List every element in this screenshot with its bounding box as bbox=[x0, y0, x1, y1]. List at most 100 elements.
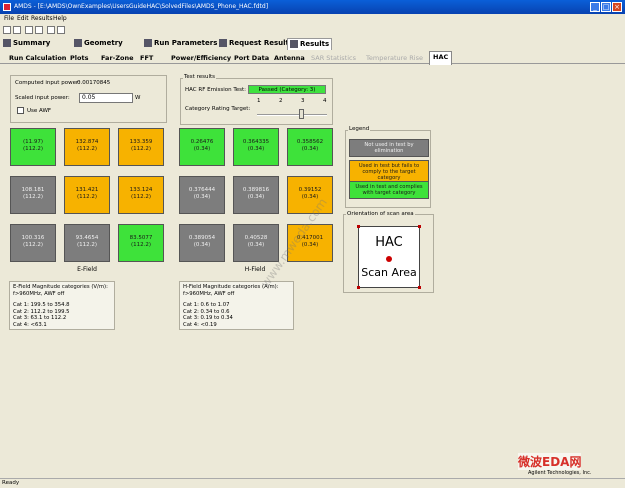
efield-cell-value: 132.874 bbox=[75, 139, 99, 145]
hfield-cell-value: 0.376444 bbox=[188, 187, 216, 193]
subtab-run-calculation[interactable]: Run Calculation bbox=[9, 53, 66, 63]
subtab-fft[interactable]: FFT bbox=[140, 53, 153, 63]
hfield-cell: 0.364335 (0.34) bbox=[233, 128, 279, 166]
scan-area-label: Scan Area bbox=[361, 266, 417, 279]
vendor-text: Agilent Technologies, Inc. bbox=[528, 470, 592, 476]
test-results-panel: Test results HAC RF Emission Test: Passe… bbox=[180, 74, 333, 125]
hfield-cell-limit: (0.34) bbox=[193, 194, 211, 200]
category-slider-thumb[interactable] bbox=[299, 109, 304, 119]
use-awf-label: Use AWF bbox=[27, 108, 52, 114]
efield-caption: E-Field bbox=[77, 266, 97, 273]
menu-help[interactable]: Help bbox=[53, 15, 67, 22]
efield-cell: 133.359 (112.2) bbox=[118, 128, 164, 166]
scan-area-diagram: HAC Scan Area bbox=[357, 225, 421, 289]
subtab-far-zone[interactable]: Far-Zone bbox=[101, 53, 134, 63]
efield-cell: 108.181 (112.2) bbox=[10, 176, 56, 214]
toolbar bbox=[0, 24, 625, 36]
hfield-cell-limit: (0.34) bbox=[247, 146, 265, 152]
efield-cat-4: Cat 4: <63.1 bbox=[13, 321, 47, 328]
hfield-cell: 0.40528 (0.34) bbox=[233, 224, 279, 262]
hfield-cat-4: Cat 4: <0.19 bbox=[183, 321, 217, 328]
status-text: Ready bbox=[2, 480, 20, 486]
scaled-power-unit: W bbox=[135, 95, 141, 101]
app-icon bbox=[3, 3, 11, 11]
hfield-cell-value: 0.364335 bbox=[242, 139, 270, 145]
scaled-power-label: Scaled input power: bbox=[15, 95, 70, 101]
efield-cell-limit: (112.2) bbox=[22, 242, 44, 248]
corner-marker bbox=[418, 225, 421, 228]
efield-cell-limit: (112.2) bbox=[130, 242, 152, 248]
menu-results[interactable]: Results bbox=[31, 15, 53, 22]
efield-cell-value: 83.5077 bbox=[129, 235, 153, 241]
hfield-cell: 0.389816 (0.34) bbox=[233, 176, 279, 214]
run-parameters-icon bbox=[144, 39, 152, 47]
efield-cell-limit: (112.2) bbox=[22, 146, 44, 152]
corner-marker bbox=[357, 225, 360, 228]
tab-results[interactable]: Results bbox=[287, 38, 333, 50]
tab-run-parameters[interactable]: Run Parameters bbox=[144, 38, 217, 49]
geometry-icon bbox=[74, 39, 82, 47]
save-as-icon[interactable] bbox=[35, 26, 43, 34]
category-target-label: Category Rating Target: bbox=[185, 106, 251, 112]
hfield-cell-limit: (0.34) bbox=[247, 242, 265, 248]
efield-cell-value: 108.181 bbox=[21, 187, 45, 193]
tab-request-results[interactable]: Request Results bbox=[219, 38, 293, 49]
hfield-cell-limit: (0.34) bbox=[193, 242, 211, 248]
corner-marker bbox=[418, 286, 421, 289]
tab-summary[interactable]: Summary bbox=[3, 38, 50, 49]
efield-cell-value: 93.4654 bbox=[75, 235, 99, 241]
tab-geometry[interactable]: Geometry bbox=[74, 38, 123, 49]
efield-cell: 133.124 (112.2) bbox=[118, 176, 164, 214]
subtab-plots[interactable]: Plots bbox=[70, 53, 88, 63]
hfield-cell-limit: (0.34) bbox=[247, 194, 265, 200]
orientation-title: Orientation of scan area bbox=[346, 211, 415, 217]
hfield-cell-value: 0.389054 bbox=[188, 235, 216, 241]
window-title: AMDS - [E:\AMDS\OwnExamples\UsersGuideHA… bbox=[14, 3, 269, 10]
menu-file[interactable]: File bbox=[4, 15, 14, 22]
save-icon[interactable] bbox=[25, 26, 33, 34]
summary-icon bbox=[3, 39, 11, 47]
menu-edit[interactable]: Edit bbox=[17, 15, 29, 22]
efield-cat-title: E-Field Magnitude categories (V/m): bbox=[13, 284, 108, 290]
efield-cell: (11.97) (112.2) bbox=[10, 128, 56, 166]
subtab-port-data[interactable]: Port Data bbox=[234, 53, 269, 63]
subtab-sar-statistics: SAR Statistics bbox=[311, 54, 356, 62]
hfield-cell-value: 0.389816 bbox=[242, 187, 270, 193]
hfield-cell: 0.389054 (0.34) bbox=[179, 224, 225, 262]
subtab-power-efficiency[interactable]: Power/Efficiency bbox=[171, 53, 231, 63]
hfield-cell-limit: (0.34) bbox=[301, 146, 319, 152]
subtab-antenna[interactable]: Antenna bbox=[274, 53, 305, 63]
legend-title: Legend bbox=[348, 126, 371, 132]
efield-cell-value: 133.124 bbox=[129, 187, 153, 193]
new-icon[interactable] bbox=[3, 26, 11, 34]
orientation-panel: Orientation of scan area HAC Scan Area bbox=[343, 211, 434, 293]
hfield-cell-limit: (0.34) bbox=[193, 146, 211, 152]
efield-cell: 132.874 (112.2) bbox=[64, 128, 110, 166]
use-awf-checkbox[interactable] bbox=[17, 107, 24, 114]
minimize-button[interactable]: _ bbox=[590, 2, 600, 12]
open-icon[interactable] bbox=[13, 26, 21, 34]
results-sub-tabs: Run Calculation Plots Far-Zone FFT Power… bbox=[0, 50, 625, 65]
hfield-cell-value: 0.26476 bbox=[190, 139, 214, 145]
efield-categories: E-Field Magnitude categories (V/m): f>96… bbox=[9, 281, 115, 330]
category-slider-track[interactable] bbox=[257, 114, 327, 116]
hfield-cell: 0.26476 (0.34) bbox=[179, 128, 225, 166]
scaled-power-input[interactable]: 0.05 bbox=[79, 93, 133, 103]
maximize-button[interactable]: □ bbox=[601, 2, 611, 12]
close-button[interactable]: × bbox=[612, 2, 622, 12]
print-icon[interactable] bbox=[47, 26, 55, 34]
legend-panel: Legend Not used in test by elimination U… bbox=[345, 126, 431, 208]
efield-cell: 131.421 (112.2) bbox=[64, 176, 110, 214]
computed-power-value: 0.00170845 bbox=[77, 80, 111, 86]
slider-tick-3: 3 bbox=[301, 98, 305, 104]
scan-area-hac: HAC bbox=[375, 235, 403, 250]
hfield-cell-value: 0.358562 bbox=[296, 139, 324, 145]
main-tabs: Summary Geometry Run Parameters Request … bbox=[0, 36, 625, 50]
hfield-cat-title: H-Field Magnitude categories (A/m): bbox=[183, 284, 279, 290]
status-bar: Ready Agilent Technologies, Inc. bbox=[0, 470, 625, 488]
efield-cell-value: 133.359 bbox=[129, 139, 153, 145]
help-icon[interactable] bbox=[57, 26, 65, 34]
menu-bar: File Edit Results Help bbox=[0, 14, 625, 24]
efield-cell-limit: (112.2) bbox=[76, 146, 98, 152]
subtab-hac[interactable]: HAC bbox=[429, 51, 453, 65]
